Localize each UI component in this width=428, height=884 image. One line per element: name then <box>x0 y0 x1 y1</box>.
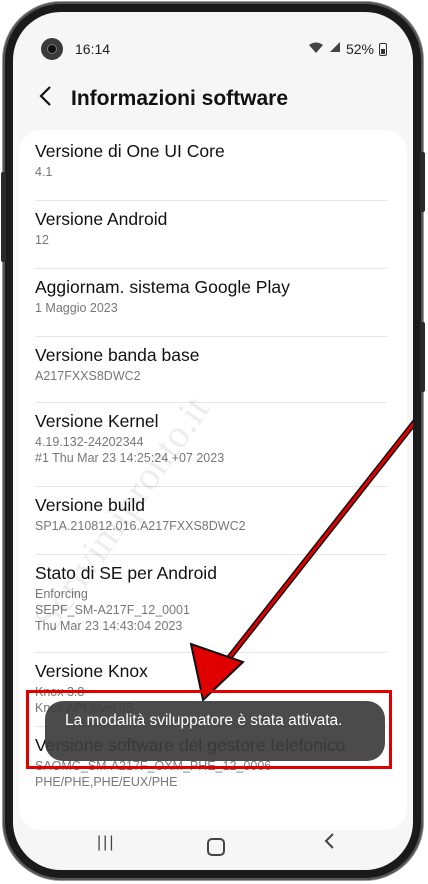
nav-back-icon[interactable] <box>323 832 335 856</box>
recents-icon[interactable]: ||| <box>97 834 115 852</box>
power-button <box>420 322 425 392</box>
screen: 16:14 52% Informazioni software Versione… <box>13 12 413 870</box>
home-icon[interactable] <box>207 838 225 856</box>
highlight-box <box>26 690 392 769</box>
side-button-left <box>1 172 6 262</box>
navigation-bar: ||| <box>13 824 413 870</box>
volume-button <box>420 152 425 212</box>
phone-frame: 16:14 52% Informazioni software Versione… <box>1 2 425 880</box>
